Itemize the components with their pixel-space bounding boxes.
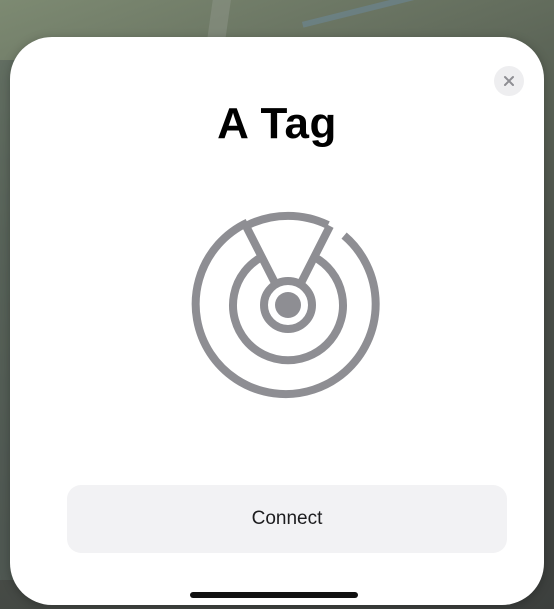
connect-sheet: A Tag Connect [10, 37, 544, 605]
connect-button[interactable]: Connect [67, 485, 507, 553]
close-button[interactable] [494, 66, 524, 96]
sheet-title: A Tag [217, 99, 337, 148]
map-road [301, 0, 479, 28]
close-icon [504, 76, 514, 86]
tag-radar-icon [191, 211, 380, 399]
home-indicator[interactable] [190, 592, 358, 598]
